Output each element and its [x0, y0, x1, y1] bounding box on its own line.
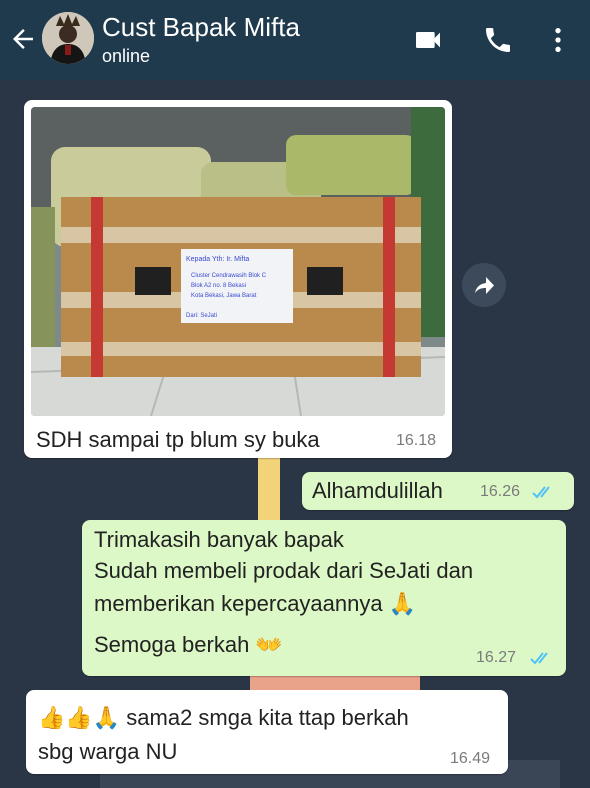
label-from: Dari: SeJati: [186, 313, 217, 319]
message-time: 16.27: [476, 649, 517, 666]
chat-area[interactable]: Kepada Yth: Ir. Mifta Cluster Cendrawasi…: [0, 80, 590, 788]
more-vert-icon[interactable]: [542, 24, 574, 56]
video-call-icon[interactable]: [412, 24, 444, 56]
message-text: SDH sampai tp blum sy buka: [36, 427, 320, 452]
message-time: 16.18: [396, 432, 437, 449]
forward-icon[interactable]: [462, 263, 506, 307]
arrow-left-icon[interactable]: [8, 24, 38, 54]
contact-name[interactable]: Cust Bapak Mifta: [102, 12, 300, 43]
outgoing-message[interactable]: Alhamdulillah 16.26: [302, 472, 574, 510]
read-receipt-icon: [530, 652, 548, 665]
label-line1: Cluster Cendrawasih Blok C: [191, 273, 267, 279]
message-line: 👍👍🙏 sama2 smga kita ttap berkah: [38, 705, 409, 730]
label-line2: Blok A2 no. 8 Bekasi: [191, 283, 246, 289]
message-line: Semoga berkah 👐: [94, 632, 283, 657]
phone-icon[interactable]: [482, 24, 514, 56]
message-photo[interactable]: Kepada Yth: Ir. Mifta Cluster Cendrawasi…: [31, 107, 445, 416]
read-receipt-icon: [532, 486, 550, 499]
avatar[interactable]: [42, 12, 94, 64]
outgoing-message[interactable]: Trimakasih banyak bapak Sudah membeli pr…: [82, 520, 566, 676]
message-line: memberikan kepercayaannya 🙏: [94, 591, 417, 616]
message-line: Sudah membeli prodak dari SeJati dan: [94, 558, 474, 583]
contact-status: online: [102, 46, 151, 66]
message-time: 16.26: [480, 483, 521, 500]
label-heading: Kepada Yth: Ir. Mifta: [186, 256, 249, 263]
message-line: sbg warga NU: [38, 739, 178, 764]
incoming-image-message[interactable]: Kepada Yth: Ir. Mifta Cluster Cendrawasi…: [24, 100, 452, 458]
message-time: 16.49: [450, 750, 491, 767]
label-line3: Kota Bekasi, Jawa Barat: [191, 293, 257, 299]
message-line: Trimakasih banyak bapak: [94, 527, 344, 552]
message-text: Alhamdulillah: [312, 478, 443, 503]
incoming-message[interactable]: 👍👍🙏 sama2 smga kita ttap berkah sbg warg…: [26, 690, 508, 774]
chat-header: Cust Bapak Mifta online: [0, 0, 590, 80]
